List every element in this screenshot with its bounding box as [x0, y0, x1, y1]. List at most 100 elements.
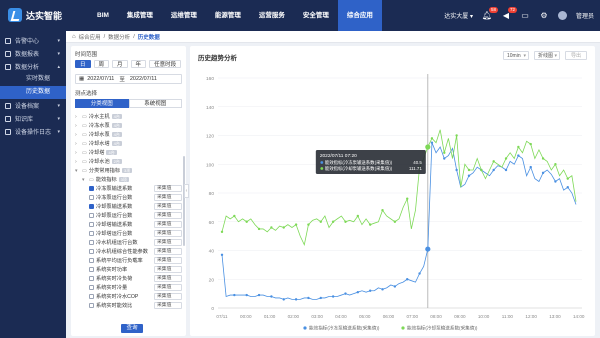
settings-icon[interactable]: ⚙︎ — [539, 11, 549, 21]
nav-item[interactable]: 集成管理 — [118, 0, 162, 31]
home-icon[interactable]: ⌂ — [72, 34, 76, 40]
tree-node[interactable]: 冷却泵运行台数 采集值 — [75, 211, 182, 220]
tree-node[interactable]: › ▭ 冷却水池 2台 — [75, 157, 182, 166]
expand-arrow-icon[interactable]: › — [75, 159, 80, 165]
sidebar-item[interactable]: 告警中心 ▾ — [0, 34, 66, 47]
checkbox[interactable] — [89, 249, 94, 254]
expand-arrow-icon[interactable]: ▾ — [82, 177, 87, 183]
collapse-panel-handle[interactable]: ‹ — [184, 184, 189, 198]
checkbox[interactable] — [89, 294, 94, 299]
tree-node[interactable]: 系统实时冷量 采集值 — [75, 283, 182, 292]
checkbox[interactable] — [89, 222, 94, 227]
alarm-icon[interactable]: ◀︎ 72 — [501, 6, 517, 21]
tree-node[interactable]: › ▭ 冷却水泵 4台 — [75, 130, 182, 139]
tree-node[interactable]: ▾ ▭ 分类常用指标 3项 — [75, 166, 182, 175]
value-type-select[interactable]: 采集值 — [154, 221, 182, 228]
value-type-select[interactable]: 采集值 — [154, 212, 182, 219]
legend-item[interactable]: 能效指标(冷冻泵输送系数(采集值)) — [303, 325, 380, 332]
date-to[interactable]: 2022/07/11 — [130, 76, 157, 82]
tree-node[interactable]: 系统平均运行负载率 采集值 — [75, 256, 182, 265]
expand-arrow-icon[interactable]: › — [75, 114, 80, 120]
checkbox[interactable] — [89, 285, 94, 290]
tree-node[interactable]: 冷却泵输送系数 采集值 — [75, 202, 182, 211]
expand-arrow-icon[interactable]: › — [75, 141, 80, 147]
sidebar-item[interactable]: 设备档案 ▾ — [0, 99, 66, 112]
time-tab[interactable]: 年 — [130, 60, 147, 68]
tree-node[interactable]: › ▭ 冷冻水泵 4台 — [75, 121, 182, 130]
value-type-select[interactable]: 采集值 — [154, 275, 182, 282]
sidebar-subitem[interactable]: 历史数据 — [0, 86, 66, 99]
value-type-select[interactable]: 采集值 — [154, 284, 182, 291]
expand-arrow-icon[interactable]: › — [75, 132, 80, 138]
tree-node[interactable]: 冷冻泵运行台数 采集值 — [75, 193, 182, 202]
time-tab[interactable]: 任意时段 — [149, 60, 182, 68]
time-tab[interactable]: 日 — [75, 60, 91, 68]
building-selector[interactable]: 达实大厦 ▾ — [444, 11, 473, 20]
value-type-select[interactable]: 采集值 — [154, 266, 182, 273]
date-from[interactable]: 2022/07/11 — [87, 76, 114, 82]
avatar[interactable] — [557, 11, 567, 20]
nav-item[interactable]: 综合应用 — [337, 0, 382, 31]
value-type-select[interactable]: 采集值 — [154, 302, 182, 309]
view-tab[interactable]: 系统视图 — [128, 99, 182, 108]
tree-node[interactable]: 系统实时冷水COP 采集值 — [75, 292, 182, 301]
time-tab[interactable]: 周 — [93, 60, 110, 68]
screen-icon[interactable]: ▭ — [520, 11, 530, 21]
sidebar-item[interactable]: 数据分析 ▴ — [0, 60, 66, 73]
tree-node[interactable]: › ▭ 冷却塔 4台 — [75, 148, 182, 157]
sidebar-item[interactable]: 设备操作日志 ▾ — [0, 125, 66, 138]
tree-node[interactable]: › ▭ 冷水主机 4台 — [75, 112, 182, 121]
value-type-select[interactable]: 采集值 — [154, 230, 182, 237]
expand-arrow-icon[interactable]: › — [75, 123, 80, 129]
query-button[interactable]: 查询 — [121, 324, 143, 333]
breadcrumb-item[interactable]: 数据分析 — [108, 33, 130, 41]
tree-node[interactable]: 系统实时功率 采集值 — [75, 265, 182, 274]
value-type-select[interactable]: 采集值 — [154, 185, 182, 192]
calendar-icon: ▦ — [79, 76, 85, 82]
time-tab[interactable]: 月 — [112, 60, 128, 68]
view-tab[interactable]: 分类视图 — [75, 99, 129, 108]
nav-item[interactable]: 运营服务 — [250, 0, 294, 31]
value-type-select[interactable]: 采集值 — [154, 257, 182, 264]
nav-item[interactable]: 能源管理 — [206, 0, 250, 31]
bell-icon[interactable]: 🔔︎ 58 — [482, 6, 498, 21]
tree-node[interactable]: 冷冻泵输送系数 采集值 — [75, 184, 182, 193]
date-range-picker[interactable]: ▦ 2022/07/11 至 2022/07/11 — [75, 74, 182, 84]
checkbox[interactable] — [89, 303, 94, 308]
checkbox[interactable] — [89, 231, 94, 236]
checkbox[interactable] — [89, 267, 94, 272]
checkbox[interactable] — [89, 276, 94, 281]
checkbox[interactable] — [89, 186, 94, 191]
sidebar-item[interactable]: 知识库 ▾ — [0, 112, 66, 125]
checkbox[interactable] — [89, 258, 94, 263]
tree-node[interactable]: 冷却塔运行台数 采集值 — [75, 229, 182, 238]
expand-arrow-icon[interactable]: › — [75, 150, 80, 156]
checkbox[interactable] — [89, 195, 94, 200]
value-type-select[interactable]: 采集值 — [154, 248, 182, 255]
sidebar-item[interactable]: 数据报表 ▾ — [0, 47, 66, 60]
value-type-select[interactable]: 采集值 — [154, 194, 182, 201]
nav-item[interactable]: 安全管理 — [294, 0, 338, 31]
sidebar-subitem[interactable]: 实时数据 — [0, 73, 66, 86]
tree-node[interactable]: 冷水机组综合性能参数 采集值 — [75, 247, 182, 256]
tree-node[interactable]: ▾ ▭ 能效指标 3项 — [75, 175, 182, 184]
expand-arrow-icon[interactable]: ▾ — [75, 168, 80, 174]
breadcrumb-item[interactable]: 综合应用 — [79, 33, 101, 41]
checkbox[interactable] — [89, 213, 94, 218]
tree-node[interactable]: 冷却塔输送系数 采集值 — [75, 220, 182, 229]
tree-node[interactable]: 系统实时冷负荷 采集值 — [75, 274, 182, 283]
tree-node[interactable]: 系统实时能效比 采集值 — [75, 301, 182, 310]
value-type-select[interactable]: 采集值 — [154, 239, 182, 246]
tree-node[interactable]: › ▭ 冷却水塔 4台 — [75, 139, 182, 148]
value-type-select[interactable]: 采集值 — [154, 203, 182, 210]
tree-scrollbar[interactable] — [183, 156, 185, 246]
value-type-select[interactable]: 采集值 — [154, 293, 182, 300]
nav-item[interactable]: 运维管理 — [162, 0, 206, 31]
checkbox[interactable] — [89, 240, 94, 245]
nav-item[interactable]: BIM — [88, 0, 118, 31]
checkbox[interactable] — [89, 204, 94, 209]
app-logo[interactable]: 达实智能 — [8, 8, 62, 22]
tree-node[interactable]: 冷水机组运行台数 采集值 — [75, 238, 182, 247]
user-name[interactable]: 管理员 — [576, 11, 594, 20]
legend-item[interactable]: 能效指标(冷却泵输送系数(采集值)) — [401, 325, 478, 332]
